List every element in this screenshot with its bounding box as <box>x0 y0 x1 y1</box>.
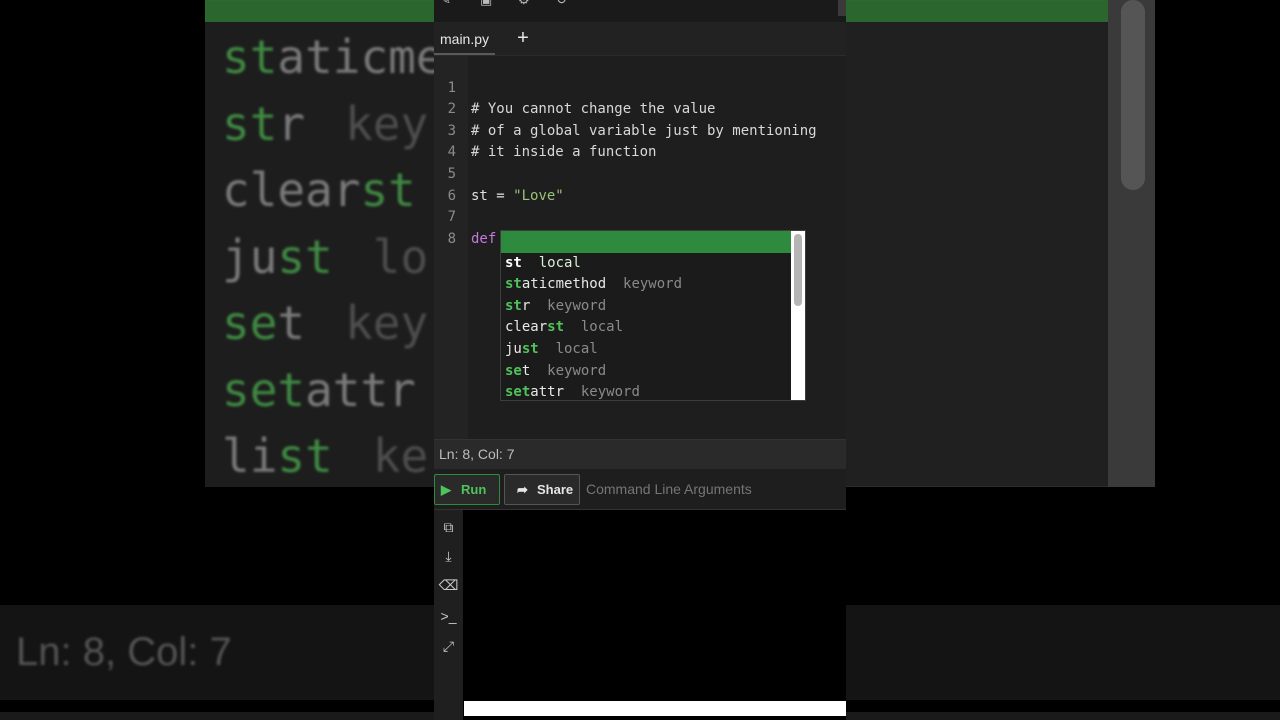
background-suggestion: set key <box>222 296 429 350</box>
expand-icon[interactable]: ⤢ <box>434 634 463 658</box>
background-suggestion: just lo <box>222 230 429 284</box>
code-editor-app: ✎ ▣ ⚙ ↻ main.py + 1 # You cannot change … <box>434 0 846 720</box>
autocomplete-item[interactable]: clearst local <box>501 296 791 335</box>
autocomplete-item[interactable]: str keyword <box>501 274 791 314</box>
output-console[interactable]: ⧉ ⤓ ⌫ >_ ⤢ <box>434 510 846 720</box>
autocomplete-item[interactable]: st local <box>501 231 791 271</box>
editor-statusbar: Ln: 8, Col: 7 <box>434 439 846 469</box>
autocomplete-item[interactable]: list keyword <box>501 382 791 400</box>
share-label: Share <box>537 482 574 497</box>
top-toolbar: ✎ ▣ ⚙ ↻ <box>434 0 846 22</box>
download-icon[interactable]: ⤓ <box>434 544 463 568</box>
code-line: 6 <box>434 164 846 204</box>
command-line-arguments-input[interactable] <box>586 474 840 505</box>
terminal-icon[interactable]: >_ <box>434 604 463 628</box>
eraser-icon[interactable]: ⌫ <box>434 573 463 597</box>
code-line: 4 <box>434 121 846 160</box>
code-line-current: 8 st <box>434 207 846 268</box>
code-line: 1 # You cannot change the value <box>434 56 846 118</box>
autocomplete-item[interactable]: staticmethod keyword <box>501 253 791 292</box>
run-button[interactable]: ▶ Run <box>434 474 500 505</box>
copy-icon[interactable]: ⧉ <box>434 515 463 539</box>
console-input-field[interactable] <box>464 701 846 716</box>
tab-main-py[interactable]: main.py <box>434 22 496 55</box>
autocomplete-scroll-thumb[interactable] <box>794 234 802 306</box>
background-suggestion: staticme <box>222 30 444 84</box>
save-icon[interactable]: ▣ <box>480 0 494 6</box>
background-status-text: Ln: 8, Col: 7 <box>16 630 232 674</box>
background-scroll-thumb <box>1121 0 1145 190</box>
autocomplete-scrollbar[interactable] <box>791 231 805 400</box>
line-number: 8 <box>447 230 456 247</box>
file-tab-bar: main.py + <box>434 22 846 56</box>
code-line: 3 # it inside a function <box>434 99 846 161</box>
background-suggestion: list ke <box>222 429 429 483</box>
settings-icon[interactable]: ⚙ <box>518 0 532 6</box>
code-line: 7 def clearst(): <box>434 186 846 247</box>
code-line: 2 # of a global variable just by mention… <box>434 78 846 139</box>
cursor-position: Ln: 8, Col: 7 <box>439 446 515 462</box>
background-suggestion: clearst <box>222 163 416 217</box>
autocomplete-popup[interactable]: st local staticmethod keyword str keywor… <box>500 230 806 401</box>
console-toolbar: ⧉ ⤓ ⌫ >_ ⤢ <box>434 510 463 720</box>
code-editor[interactable]: 1 # You cannot change the value 2 # of a… <box>434 56 846 439</box>
action-bar: ▶ Run ➦ Share <box>434 469 846 510</box>
play-icon: ▶ <box>441 482 451 497</box>
autocomplete-item[interactable]: setattr keyword <box>501 361 791 400</box>
run-label: Run <box>461 482 487 497</box>
background-suggestion: setattr <box>222 363 416 417</box>
edit-icon[interactable]: ✎ <box>440 0 454 6</box>
share-button[interactable]: ➦ Share <box>504 474 580 505</box>
share-arrow-icon: ➦ <box>517 482 528 497</box>
code-line: 5 st = "Love" <box>434 142 846 204</box>
background-suggestion: str key <box>222 97 429 151</box>
autocomplete-item[interactable]: just local <box>501 317 791 357</box>
toolbar-scroll-button[interactable] <box>838 0 846 16</box>
add-file-button[interactable]: + <box>516 26 530 50</box>
autocomplete-item[interactable]: set keyword <box>501 339 791 379</box>
refresh-icon[interactable]: ↻ <box>556 0 570 6</box>
